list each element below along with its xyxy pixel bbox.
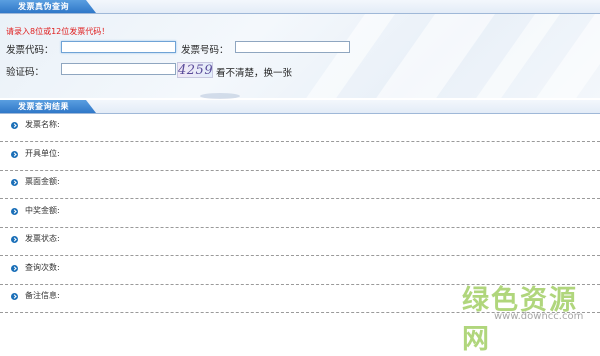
result-row: 开具单位: <box>0 143 600 171</box>
captcha-input[interactable] <box>61 63 176 75</box>
input-hint: 请录入8位或12位发票代码！ <box>6 27 110 36</box>
refresh-captcha-link[interactable]: 看不清楚，换一张 <box>216 65 292 79</box>
result-row: 发票名称: <box>0 114 600 142</box>
invoice-code-label: 发票代码： <box>6 45 54 56</box>
result-label: 票面金额: <box>25 177 60 186</box>
result-row: 票面金额: <box>0 171 600 199</box>
verify-section-tab: 发票真伪查询 <box>0 0 96 13</box>
watermark-url: www.downcc.com <box>494 311 584 322</box>
result-section-header: 发票查询结果 <box>0 100 600 114</box>
arrow-bullet-icon <box>11 236 18 243</box>
result-section-tab: 发票查询结果 <box>0 100 96 113</box>
result-row: 中奖金额: <box>0 200 600 228</box>
captcha-image[interactable]: 4259 <box>177 62 213 78</box>
result-label: 中奖金额: <box>25 206 60 215</box>
captcha-label: 验证码： <box>6 67 45 78</box>
result-label: 查询次数: <box>25 263 60 272</box>
invoice-code-input[interactable] <box>61 41 176 53</box>
arrow-bullet-icon <box>11 265 18 272</box>
invoice-number-input[interactable] <box>235 41 350 53</box>
result-label: 发票状态: <box>25 234 60 243</box>
arrow-bullet-icon <box>11 122 18 129</box>
result-label: 备注信息: <box>25 291 60 300</box>
arrow-bullet-icon <box>11 179 18 186</box>
panel-decoration <box>200 93 240 99</box>
result-row: 发票状态: <box>0 228 600 256</box>
verify-section-header: 发票真伪查询 <box>0 0 600 14</box>
result-label: 发票名称: <box>25 120 60 129</box>
arrow-bullet-icon <box>11 293 18 300</box>
arrow-bullet-icon <box>11 151 18 158</box>
invoice-number-label: 发票号码： <box>181 45 229 56</box>
result-label: 开具单位: <box>25 149 60 158</box>
arrow-bullet-icon <box>11 208 18 215</box>
